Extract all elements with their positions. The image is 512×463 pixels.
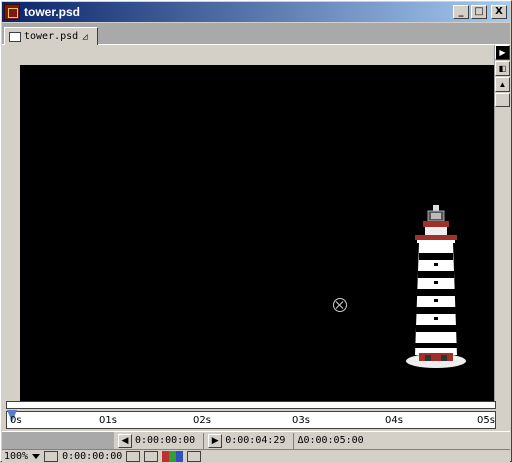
tick-label: 02s: [193, 415, 211, 426]
divider: [293, 432, 295, 449]
tick-label: 01s: [99, 415, 117, 426]
tick-label: 0s: [10, 415, 22, 426]
maximize-button[interactable]: □: [471, 5, 487, 19]
tab-composition[interactable]: tower.psd ◿: [4, 27, 98, 45]
region-of-interest-icon[interactable]: [187, 451, 202, 462]
title-bar[interactable]: tower.psd _ □ X: [2, 2, 510, 22]
tick-label: 03s: [292, 415, 310, 426]
composition-window: tower.psd _ □ X tower.psd ◿ ▶ ◧ ▲ 0s 01s…: [0, 0, 512, 463]
duration: Δ0:00:05:00: [297, 435, 364, 446]
red-channel-icon[interactable]: [162, 451, 170, 462]
snapshot-icon[interactable]: [126, 451, 141, 462]
safe-margins-icon[interactable]: [44, 451, 59, 462]
tab-label: tower.psd: [24, 31, 79, 42]
app-icon: [4, 4, 20, 20]
composition-canvas[interactable]: [20, 65, 496, 403]
minimize-button[interactable]: _: [453, 5, 469, 19]
show-snapshot-icon[interactable]: [144, 451, 159, 462]
zoom-value: 100%: [4, 451, 29, 462]
time-controls: ◀ 0:00:00:00 ▶ 0:00:04:29 Δ0:00:05:00: [2, 431, 510, 450]
current-time-display[interactable]: 0:00:00:00: [62, 451, 122, 462]
green-channel-icon[interactable]: [169, 451, 177, 462]
timeline-area: 0s 01s 02s 03s 04s 05s: [2, 401, 510, 429]
divider: [203, 432, 205, 449]
composition-icon: [9, 31, 21, 42]
comp-viewer: ▶ ◧ ▲: [2, 45, 510, 403]
chevron-down-icon: [32, 454, 41, 459]
work-area-bar[interactable]: [6, 401, 496, 409]
scroll-up-icon[interactable]: ▲: [495, 77, 510, 92]
tab-close-icon[interactable]: ◿: [82, 32, 87, 42]
set-out-point-button[interactable]: ▶: [208, 433, 223, 448]
set-in-point-button[interactable]: ◀: [118, 433, 132, 448]
vertical-scrollbar[interactable]: ▶ ◧ ▲: [494, 45, 510, 401]
flyout-menu-icon[interactable]: ▶: [495, 45, 510, 60]
zoom-dropdown[interactable]: 100%: [4, 451, 41, 462]
tab-row: tower.psd ◿: [2, 23, 510, 45]
window-title: tower.psd: [24, 5, 81, 19]
tick-label: 05s: [477, 415, 495, 426]
status-bar: 100% 0:00:00:00: [2, 449, 510, 463]
scroll-thumb[interactable]: [495, 93, 510, 107]
start-time: 0:00:00:00: [135, 435, 196, 446]
close-button[interactable]: X: [491, 5, 507, 19]
anchor-point-icon[interactable]: [333, 298, 347, 312]
end-time: 0:00:04:29: [225, 435, 286, 446]
tick-label: 04s: [385, 415, 403, 426]
time-controls-spacer: [2, 431, 114, 450]
lighthouse-layer[interactable]: [405, 205, 469, 370]
time-ruler[interactable]: 0s 01s 02s 03s 04s 05s: [6, 410, 496, 429]
blue-channel-icon[interactable]: [176, 451, 184, 462]
toggle-viewer-icon[interactable]: ◧: [495, 61, 510, 76]
